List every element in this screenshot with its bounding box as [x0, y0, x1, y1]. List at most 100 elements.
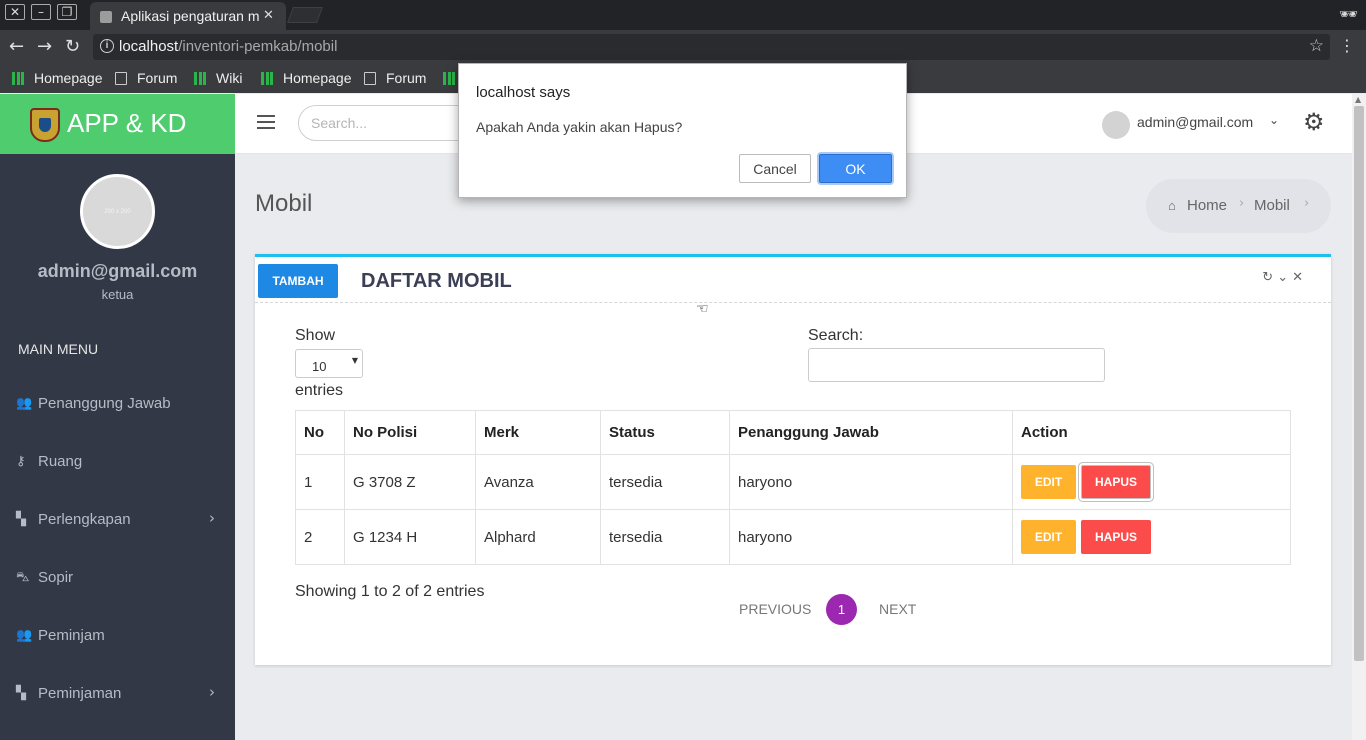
- url-text: localhost/inventori-pemkab/mobil: [119, 38, 338, 55]
- site-info-icon[interactable]: i: [100, 39, 114, 53]
- window-restore-icon[interactable]: ❐: [57, 4, 77, 20]
- table-row: 2 G 1234 H Alphard tersedia haryono EDIT…: [295, 509, 1291, 565]
- key-icon: ⚷: [16, 454, 26, 469]
- col-header-merk[interactable]: Merk: [475, 410, 601, 455]
- table-search-input[interactable]: [808, 348, 1105, 382]
- bookmark-item[interactable]: Homepage: [12, 70, 103, 86]
- sidebar: 200 x 200 admin@gmail.com ketua MAIN MEN…: [0, 154, 235, 740]
- table-header-row: No No Polisi Merk Status Penanggung Jawa…: [295, 410, 1291, 455]
- dialog-message: Apakah Anda yakin akan Hapus?: [476, 119, 683, 135]
- mobil-table: No No Polisi Merk Status Penanggung Jawa…: [295, 410, 1291, 565]
- new-tab-button[interactable]: [287, 7, 323, 23]
- col-header-no[interactable]: No: [295, 410, 345, 455]
- col-header-status[interactable]: Status: [600, 410, 730, 455]
- cell-no-polisi: G 1234 H: [344, 509, 476, 565]
- reload-icon[interactable]: ↻: [65, 36, 80, 57]
- sidebar-item-ruang[interactable]: ⚷ Ruang: [0, 443, 235, 483]
- chevron-right-icon: ›: [209, 683, 215, 701]
- breadcrumb-home[interactable]: Home: [1187, 197, 1227, 214]
- dropdown-arrow-icon: ▼: [351, 356, 358, 365]
- dialog-title: localhost says: [476, 84, 571, 101]
- bookmark-item[interactable]: Forum: [115, 70, 177, 86]
- col-header-penanggung-jawab[interactable]: Penanggung Jawab: [729, 410, 1013, 455]
- sidebar-item-label: Perlengkapan: [38, 511, 131, 528]
- pagination-page-1[interactable]: 1: [826, 594, 857, 625]
- page-length-value: 10: [312, 359, 327, 374]
- card-title: DAFTAR MOBIL: [361, 270, 512, 292]
- scrollbar-thumb[interactable]: [1354, 106, 1364, 661]
- incognito-icon: 🕶: [1338, 6, 1358, 23]
- collapse-icon[interactable]: ⌄: [1277, 270, 1292, 285]
- cell-action: EDIT HAPUS: [1012, 454, 1291, 510]
- page-length-select[interactable]: 10 ▼: [295, 349, 363, 378]
- widgets-icon: ▚: [16, 686, 26, 701]
- forward-arrow-icon[interactable]: →: [37, 36, 52, 57]
- green-bars-icon: [443, 72, 455, 85]
- bookmark-item[interactable]: Forum: [364, 70, 426, 86]
- people-icon: 👥: [16, 628, 33, 643]
- add-button[interactable]: TAMBAH: [258, 264, 338, 298]
- breadcrumb-separator-icon: ›: [1239, 196, 1245, 211]
- cell-status: tersedia: [600, 509, 730, 565]
- bookmark-star-icon[interactable]: ☆: [1309, 36, 1324, 56]
- page-title: Mobil: [255, 190, 313, 217]
- cell-no: 1: [295, 454, 345, 510]
- delete-button[interactable]: HAPUS: [1081, 465, 1151, 499]
- page-icon: [364, 72, 376, 85]
- edit-button[interactable]: EDIT: [1021, 520, 1076, 554]
- avatar: 200 x 200: [80, 174, 155, 249]
- cell-merk: Alphard: [475, 509, 601, 565]
- sidebar-item-penanggung-jawab[interactable]: 👥 Penanggung Jawab: [0, 385, 235, 425]
- cell-no: 2: [295, 509, 345, 565]
- url-input[interactable]: i localhost/inventori-pemkab/mobil ☆: [93, 34, 1330, 60]
- browser-tab-bar: ✕ – ❐ Aplikasi pengaturan m ✕ 🕶: [0, 0, 1366, 30]
- cancel-button[interactable]: Cancel: [739, 154, 811, 183]
- home-icon: ⌂: [1168, 198, 1176, 213]
- cell-penanggung-jawab: haryono: [729, 509, 1013, 565]
- table-info: Showing 1 to 2 of 2 entries: [295, 583, 485, 600]
- col-header-no-polisi[interactable]: No Polisi: [344, 410, 476, 455]
- logo-emblem: [30, 108, 60, 142]
- bookmark-item[interactable]: Homepage: [261, 70, 352, 86]
- brand-header[interactable]: APP & KD: [0, 94, 235, 154]
- pagination-next[interactable]: NEXT: [879, 601, 916, 617]
- avatar: [1102, 111, 1130, 139]
- bookmark-item[interactable]: Wiki: [194, 70, 242, 86]
- breadcrumb-current: Mobil: [1254, 197, 1290, 214]
- delete-button[interactable]: HAPUS: [1081, 520, 1151, 554]
- hamburger-menu-icon[interactable]: [257, 115, 275, 129]
- cell-status: tersedia: [600, 454, 730, 510]
- col-header-action[interactable]: Action: [1012, 410, 1291, 455]
- green-bars-icon: [261, 72, 273, 85]
- ok-button[interactable]: OK: [819, 154, 892, 183]
- browser-menu-icon[interactable]: ⋮: [1339, 36, 1355, 55]
- gear-icon[interactable]: ⚙: [1303, 108, 1325, 136]
- scroll-up-icon[interactable]: ▲: [1355, 95, 1361, 104]
- back-arrow-icon[interactable]: ←: [9, 36, 24, 57]
- sidebar-item-label: Sopir: [38, 569, 74, 586]
- sidebar-item-label: Penanggung Jawab: [38, 395, 171, 412]
- browser-tab[interactable]: Aplikasi pengaturan m ✕: [90, 2, 286, 30]
- sidebar-item-peminjam[interactable]: 👥 Peminjam: [0, 617, 235, 657]
- sidebar-item-label: Ruang: [38, 453, 83, 470]
- page-icon: [115, 72, 127, 85]
- breadcrumb-separator-icon: ›: [1304, 196, 1310, 211]
- green-bars-icon: [12, 72, 24, 85]
- tab-close-icon[interactable]: ✕: [263, 7, 274, 23]
- page-scrollbar[interactable]: ▲: [1352, 94, 1366, 740]
- close-icon[interactable]: ✕: [1292, 270, 1307, 285]
- tab-favicon-icon: [100, 11, 112, 23]
- sidebar-user-email: admin@gmail.com: [37, 261, 198, 281]
- menu-title: MAIN MENU: [18, 341, 99, 357]
- chevron-down-icon: ⌄: [1269, 113, 1280, 127]
- window-minimize-icon[interactable]: –: [31, 4, 51, 20]
- edit-button[interactable]: EDIT: [1021, 465, 1076, 499]
- car-icon: ⛍: [16, 570, 30, 585]
- sidebar-item-perlengkapan[interactable]: ▚ Perlengkapan ›: [0, 501, 235, 541]
- sidebar-item-peminjaman[interactable]: ▚ Peminjaman ›: [0, 675, 235, 715]
- refresh-icon[interactable]: ↻: [1262, 270, 1277, 285]
- sidebar-item-sopir[interactable]: ⛍ Sopir: [0, 559, 235, 599]
- window-close-icon[interactable]: ✕: [5, 4, 25, 20]
- pagination-previous[interactable]: PREVIOUS: [739, 601, 811, 617]
- green-bars-icon: [194, 72, 206, 85]
